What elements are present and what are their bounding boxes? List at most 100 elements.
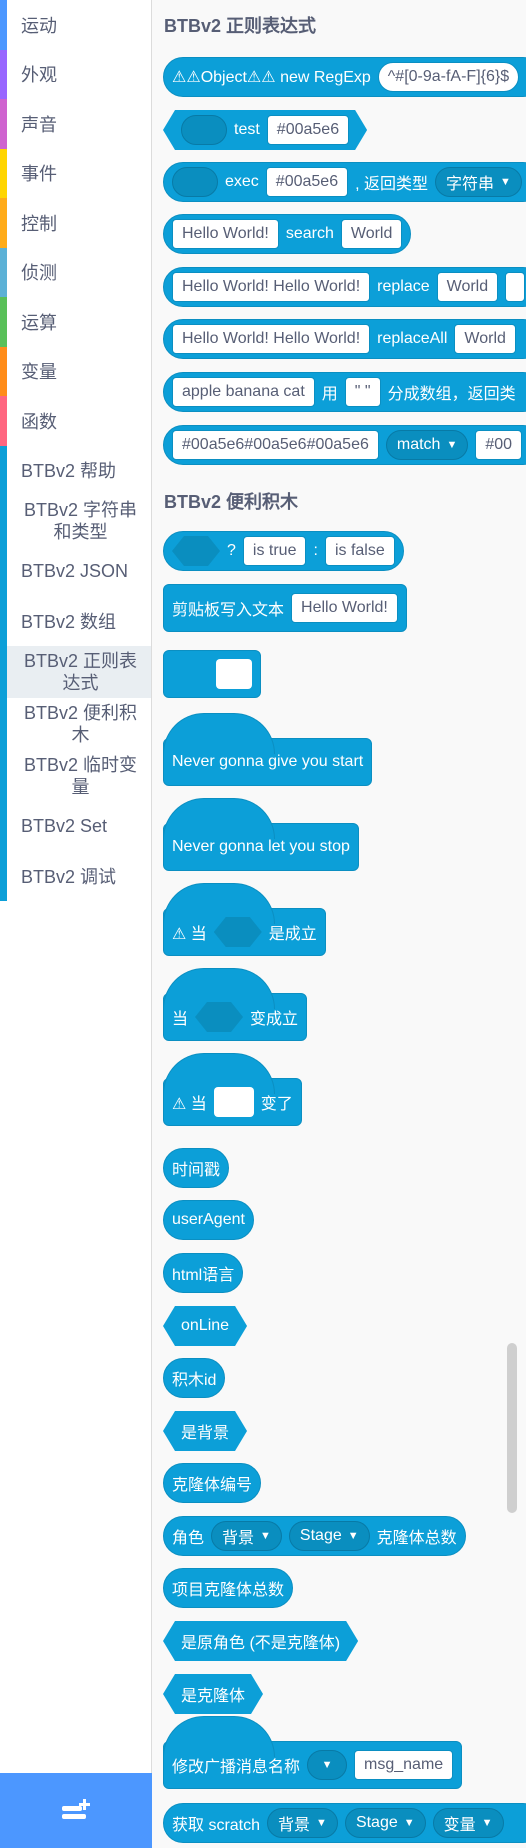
clipboard-text-field[interactable]: Hello World! xyxy=(291,593,398,623)
category-btbv2-debug[interactable]: BTBv2 调试 xyxy=(0,851,151,901)
chevron-down-icon: ▼ xyxy=(403,1817,415,1829)
match-value-field[interactable]: #00 xyxy=(475,430,523,460)
category-menu: 运动 外观 声音 事件 控制 侦测 运算 变量 函数 BTBv2 帮助 BTBv… xyxy=(0,0,152,1848)
match-text-field[interactable]: #00a5e6#00a5e6#00a5e6 xyxy=(172,430,379,460)
regexp-pattern-field[interactable]: ^#[0-9a-fA-F]{6}$ xyxy=(377,62,520,92)
category-color-stripe xyxy=(0,698,7,750)
condition-slot[interactable] xyxy=(195,1002,244,1032)
category-variables[interactable]: 变量 xyxy=(0,346,151,396)
category-btbv2-tempvars[interactable]: BTBv2 临时变量 xyxy=(0,750,151,802)
category-control[interactable]: 控制 xyxy=(0,198,151,248)
string-replace-block[interactable]: Hello World! Hello World! replace World xyxy=(163,267,526,307)
regex-slot[interactable] xyxy=(181,115,227,145)
category-btbv2-array[interactable]: BTBv2 数组 xyxy=(0,596,151,646)
test-value-field[interactable]: #00a5e6 xyxy=(267,115,349,145)
dropdown-value: 背景 xyxy=(278,1817,311,1834)
category-motion[interactable]: 运动 xyxy=(0,0,151,50)
exec-value-field[interactable]: #00a5e6 xyxy=(265,167,349,197)
project-clone-count-reporter[interactable]: 项目克隆体总数 xyxy=(163,1568,294,1608)
split-separator-field[interactable]: " " xyxy=(344,377,381,407)
replace-with-field[interactable] xyxy=(505,272,526,302)
is-original-sprite-boolean[interactable]: 是原角色 (不是克隆体) xyxy=(163,1621,358,1661)
timestamp-reporter[interactable]: 时间戳 xyxy=(163,1148,230,1188)
category-btbv2-help[interactable]: BTBv2 帮助 xyxy=(0,445,151,495)
when-changes-hat-block[interactable]: ⚠ 当 变了 xyxy=(163,1053,302,1126)
new-regexp-block[interactable]: ⚠⚠Object⚠⚠ new RegExp ^#[0-9a-fA-F]{6}$ xyxy=(163,57,526,97)
regex-slot[interactable] xyxy=(172,167,218,197)
empty-command-block[interactable] xyxy=(163,650,261,698)
flyout-scrollbar[interactable] xyxy=(507,1343,517,1513)
category-looks[interactable]: 外观 xyxy=(0,49,151,99)
block-label: userAgent xyxy=(172,1211,245,1228)
chevron-down-icon[interactable]: ▼ xyxy=(307,1750,348,1780)
add-extension-button[interactable] xyxy=(0,1773,152,1848)
category-label: 运算 xyxy=(21,312,57,333)
chevron-down-icon: ▼ xyxy=(481,1817,493,1829)
string-match-block[interactable]: #00a5e6#00a5e6#00a5e6 match ▼ #00 xyxy=(163,425,526,465)
rename-broadcast-block[interactable]: 修改广播消息名称 ▼ msg_name xyxy=(163,1716,463,1789)
when-becomes-true-hat-block[interactable]: 当 变成立 xyxy=(163,968,308,1041)
category-label: 外观 xyxy=(21,65,57,86)
string-replaceall-block[interactable]: Hello World! Hello World! replaceAll Wor… xyxy=(163,319,526,359)
match-mode-dropdown[interactable]: match ▼ xyxy=(385,430,469,460)
condition-slot[interactable] xyxy=(213,917,262,947)
never-gonna-give-start-block[interactable]: Never gonna give you start xyxy=(163,713,373,786)
regex-exec-block[interactable]: exec #00a5e6 , 返回类型 字符串 ▼ xyxy=(163,162,526,202)
category-btbv2-strings[interactable]: BTBv2 字符串和类型 xyxy=(0,495,151,547)
category-btbv2-regex[interactable]: BTBv2 正则表达式 xyxy=(0,646,151,698)
sprite-clone-count-reporter[interactable]: 角色 背景 ▼ Stage ▼ 克隆体总数 xyxy=(163,1516,466,1556)
search-text-field[interactable]: Hello World! xyxy=(172,219,279,249)
input-slot[interactable] xyxy=(215,659,252,689)
category-label: 侦测 xyxy=(21,263,57,284)
never-gonna-let-stop-block[interactable]: Never gonna let you stop xyxy=(163,798,359,871)
regex-test-block[interactable]: test #00a5e6 xyxy=(163,110,367,150)
clone-number-reporter[interactable]: 克隆体编号 xyxy=(163,1463,262,1503)
when-true-hat-block[interactable]: ⚠ 当 是成立 xyxy=(163,883,326,956)
ternary-block[interactable]: ? is true : is false xyxy=(163,531,404,571)
string-split-block[interactable]: apple banana cat 用 " " 分成数组，返回类 xyxy=(163,372,526,412)
category-events[interactable]: 事件 xyxy=(0,148,151,198)
category-sound[interactable]: 声音 xyxy=(0,99,151,149)
category-btbv2-set[interactable]: BTBv2 Set xyxy=(0,802,151,852)
variable-dropdown[interactable]: 变量 ▼ xyxy=(432,1808,504,1838)
if-true-field[interactable]: is true xyxy=(242,536,307,566)
target-dropdown[interactable]: Stage ▼ xyxy=(288,1521,370,1551)
category-color-stripe xyxy=(0,297,7,347)
condition-slot[interactable] xyxy=(172,536,220,566)
replace-value-field[interactable]: World xyxy=(436,272,499,302)
category-color-stripe xyxy=(0,750,7,802)
replace-text-field[interactable]: Hello World! Hello World! xyxy=(172,272,371,302)
is-backdrop-boolean[interactable]: 是背景 xyxy=(163,1411,247,1451)
broadcast-name-field[interactable]: msg_name xyxy=(354,1750,454,1780)
backdrop-dropdown[interactable]: 背景 ▼ xyxy=(267,1808,338,1838)
get-scratch-reporter[interactable]: 获取 scratch 背景 ▼ Stage ▼ 变量 ▼ xyxy=(163,1803,526,1843)
replaceall-value-field[interactable]: World xyxy=(454,324,516,354)
split-text-field[interactable]: apple banana cat xyxy=(172,377,315,407)
search-value-field[interactable]: World xyxy=(340,219,403,249)
add-extension-icon xyxy=(62,1798,90,1819)
if-false-field[interactable]: is false xyxy=(324,536,395,566)
html-lang-reporter[interactable]: html语言 xyxy=(163,1253,244,1293)
backdrop-dropdown[interactable]: 背景 ▼ xyxy=(211,1521,282,1551)
category-color-stripe xyxy=(0,495,7,547)
category-btbv2-json[interactable]: BTBv2 JSON xyxy=(0,547,151,597)
category-sensing[interactable]: 侦测 xyxy=(0,247,151,297)
block-id-reporter[interactable]: 积木id xyxy=(163,1358,226,1398)
return-type-dropdown[interactable]: 字符串 ▼ xyxy=(435,167,522,197)
online-boolean[interactable]: onLine xyxy=(163,1306,247,1346)
block-label: : xyxy=(313,542,318,559)
category-color-stripe xyxy=(0,596,7,646)
dropdown-value: Stage xyxy=(355,1814,398,1831)
category-operators[interactable]: 运算 xyxy=(0,297,151,347)
replaceall-text-field[interactable]: Hello World! Hello World! xyxy=(172,324,371,354)
string-search-block[interactable]: Hello World! search World xyxy=(163,214,412,254)
input-slot[interactable] xyxy=(213,1087,254,1117)
clipboard-write-block[interactable]: 剪贴板写入文本 Hello World! xyxy=(163,584,407,632)
category-functions[interactable]: 函数 xyxy=(0,396,151,446)
is-clone-boolean[interactable]: 是克隆体 xyxy=(163,1674,263,1714)
category-label: 事件 xyxy=(21,164,57,185)
category-btbv2-convenience[interactable]: BTBv2 便利积木 xyxy=(0,698,151,750)
useragent-reporter[interactable]: userAgent xyxy=(163,1200,254,1240)
target-dropdown[interactable]: Stage ▼ xyxy=(344,1808,426,1838)
category-color-stripe xyxy=(0,802,7,852)
